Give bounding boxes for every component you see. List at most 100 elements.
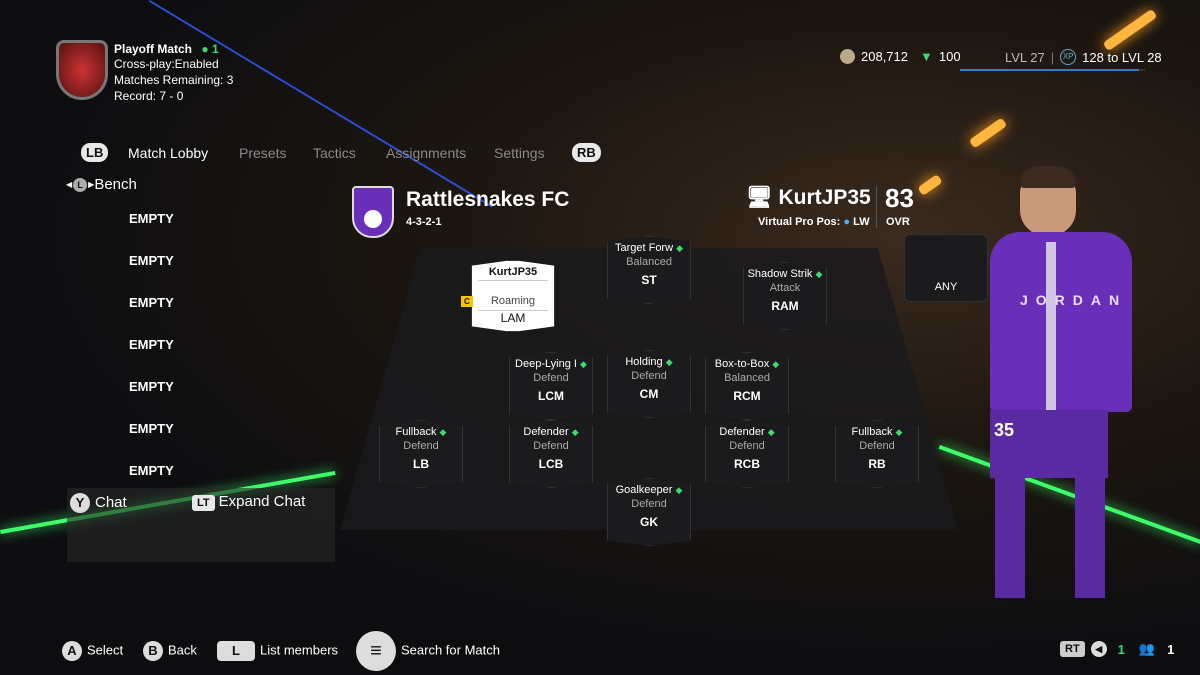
position-card-gk[interactable]: Goalkeeper ◆ Defend GK	[607, 478, 691, 546]
party-count: 1	[1117, 641, 1125, 657]
record: Record: 7 - 0	[114, 89, 184, 103]
card-role: Deep-Lying I ◆	[515, 358, 587, 370]
bench-slot[interactable]: EMPTY	[129, 337, 174, 352]
pc-icon: 🖥	[746, 186, 773, 209]
card-role: Fullback ◆	[851, 426, 903, 438]
xp-text: 128 to LVL 28	[1082, 49, 1162, 65]
ceiling-lamp	[968, 117, 1008, 149]
back-hint[interactable]: B Back	[143, 641, 197, 661]
list-members-hint[interactable]: L List members	[217, 641, 338, 661]
ovr-rating: 83	[885, 183, 914, 213]
chat-button[interactable]: Y Chat	[70, 493, 127, 513]
card-position: GK	[640, 515, 658, 529]
position-card-rcb[interactable]: Defender ◆ Defend RCB	[705, 420, 789, 488]
tab-match-lobby[interactable]: Match Lobby	[128, 145, 208, 161]
card-position: RCB	[734, 457, 760, 471]
position-card-lcb[interactable]: Defender ◆ Defend LCB	[509, 420, 593, 488]
position-card-lam[interactable]: KurtJP35 Playmaker Roaming LAM	[471, 260, 555, 332]
ceiling-lamp	[1102, 8, 1158, 52]
card-position: RAM	[771, 299, 799, 313]
club-crest	[352, 186, 394, 238]
card-style: Defend	[533, 440, 569, 452]
tab-tactics[interactable]: Tactics	[313, 145, 356, 161]
role-plus-icon: ◆	[767, 427, 775, 437]
card-style: Balanced	[724, 372, 770, 384]
card-role: Goalkeeper ◆	[615, 484, 683, 496]
card-position: RB	[868, 457, 886, 471]
position-card-rcm[interactable]: Box-to-Box ◆ Balanced RCM	[705, 352, 789, 420]
position-card-ram[interactable]: Shadow Strik ◆ Attack RAM	[743, 262, 827, 330]
lb-button[interactable]: LB	[81, 143, 109, 162]
tab-assignments[interactable]: Assignments	[386, 145, 466, 161]
xp-progress-bar	[960, 69, 1145, 71]
volume-icon: ◀	[1090, 641, 1107, 657]
card-role: Playmaker	[487, 281, 539, 293]
role-plus-icon: ◆	[665, 357, 673, 367]
club-name: Rattlesnakes FC	[406, 188, 570, 211]
virtual-pro-pos: Virtual Pro Pos: ● LW	[758, 216, 870, 228]
bench-slot[interactable]: EMPTY	[129, 295, 174, 310]
tab-settings[interactable]: Settings	[494, 145, 545, 161]
card-role: Target Forw ◆	[614, 242, 684, 254]
ceiling-lamp	[917, 174, 943, 196]
coins-value: 208,712	[861, 49, 908, 64]
bench-slot[interactable]: EMPTY	[129, 211, 174, 226]
bench-label: Bench	[94, 176, 137, 193]
captain-badge: C	[461, 296, 473, 307]
card-style: Attack	[769, 282, 801, 294]
card-style: Balanced	[626, 256, 672, 268]
card-style: Defend	[533, 372, 569, 384]
bench-slot[interactable]: EMPTY	[129, 421, 174, 436]
position-card-rb[interactable]: Fullback ◆ Defend RB	[835, 420, 919, 488]
card-position: LB	[413, 457, 429, 471]
position-card-st[interactable]: Target Forw ◆ Balanced ST	[607, 236, 691, 304]
any-slot[interactable]: ANY	[904, 234, 988, 302]
card-position: ST	[641, 273, 657, 287]
b-button-icon: B	[143, 641, 163, 661]
card-position: CM	[639, 387, 659, 401]
position-card-cm[interactable]: Holding ◆ Defend CM	[607, 350, 691, 418]
player-name: 🖥 KurtJP35	[746, 186, 871, 209]
coins-icon	[840, 49, 855, 64]
select-hint[interactable]: A Select	[62, 641, 123, 661]
role-plus-icon: ◆	[571, 427, 579, 437]
card-role: Holding ◆	[625, 356, 673, 368]
members-icon: 👥	[1138, 641, 1156, 656]
player-shorts: 35	[990, 410, 1108, 478]
position-card-lb[interactable]: Fullback ◆ Defend LB	[379, 420, 463, 488]
card-role: Fullback ◆	[395, 426, 447, 438]
player-count: ● 1	[201, 42, 219, 56]
bench-slot[interactable]: EMPTY	[129, 253, 174, 268]
menu-icon: ≡	[356, 631, 396, 671]
role-plus-icon: ◆	[895, 427, 903, 437]
xp-icon: XP	[1060, 49, 1077, 65]
matches-remaining: Matches Remaining: 3	[114, 73, 234, 87]
role-plus-icon: ◆	[580, 359, 587, 369]
card-style: Defend	[631, 498, 667, 510]
role-plus-icon: ◆	[676, 243, 684, 253]
card-role: Defender ◆	[523, 426, 579, 438]
card-style: Roaming	[490, 295, 536, 307]
card-style: Defend	[729, 440, 765, 452]
bench-slot[interactable]: EMPTY	[129, 379, 174, 394]
player-jersey: JORDAN	[990, 232, 1132, 412]
lt-button-icon: LT	[192, 495, 215, 511]
search-for-match-button[interactable]: ≡ Search for Match	[356, 631, 500, 671]
crossplay-status: Cross-play:Enabled	[114, 57, 219, 71]
l-dpad-icon: L	[217, 641, 255, 661]
card-role: Shadow Strik ◆	[747, 268, 823, 280]
bench-slot[interactable]: EMPTY	[129, 463, 174, 478]
card-style: Defend	[631, 370, 667, 382]
card-role: Box-to-Box ◆	[714, 358, 780, 370]
ball-icon	[364, 210, 382, 228]
card-role: Defender ◆	[719, 426, 775, 438]
ovr-label: OVR	[886, 216, 910, 228]
position-card-lcm[interactable]: Deep-Lying I ◆ Defend LCM	[509, 352, 593, 420]
bench-header[interactable]: ◀ L ▶ Bench	[66, 176, 137, 193]
members-count: 1	[1167, 641, 1175, 657]
expand-chat-button[interactable]: LT Expand Chat	[192, 493, 305, 511]
rt-button-icon: RT	[1060, 641, 1085, 657]
rb-button[interactable]: RB	[572, 143, 601, 162]
points-icon: ▼	[920, 49, 933, 64]
tab-presets[interactable]: Presets	[239, 145, 286, 161]
